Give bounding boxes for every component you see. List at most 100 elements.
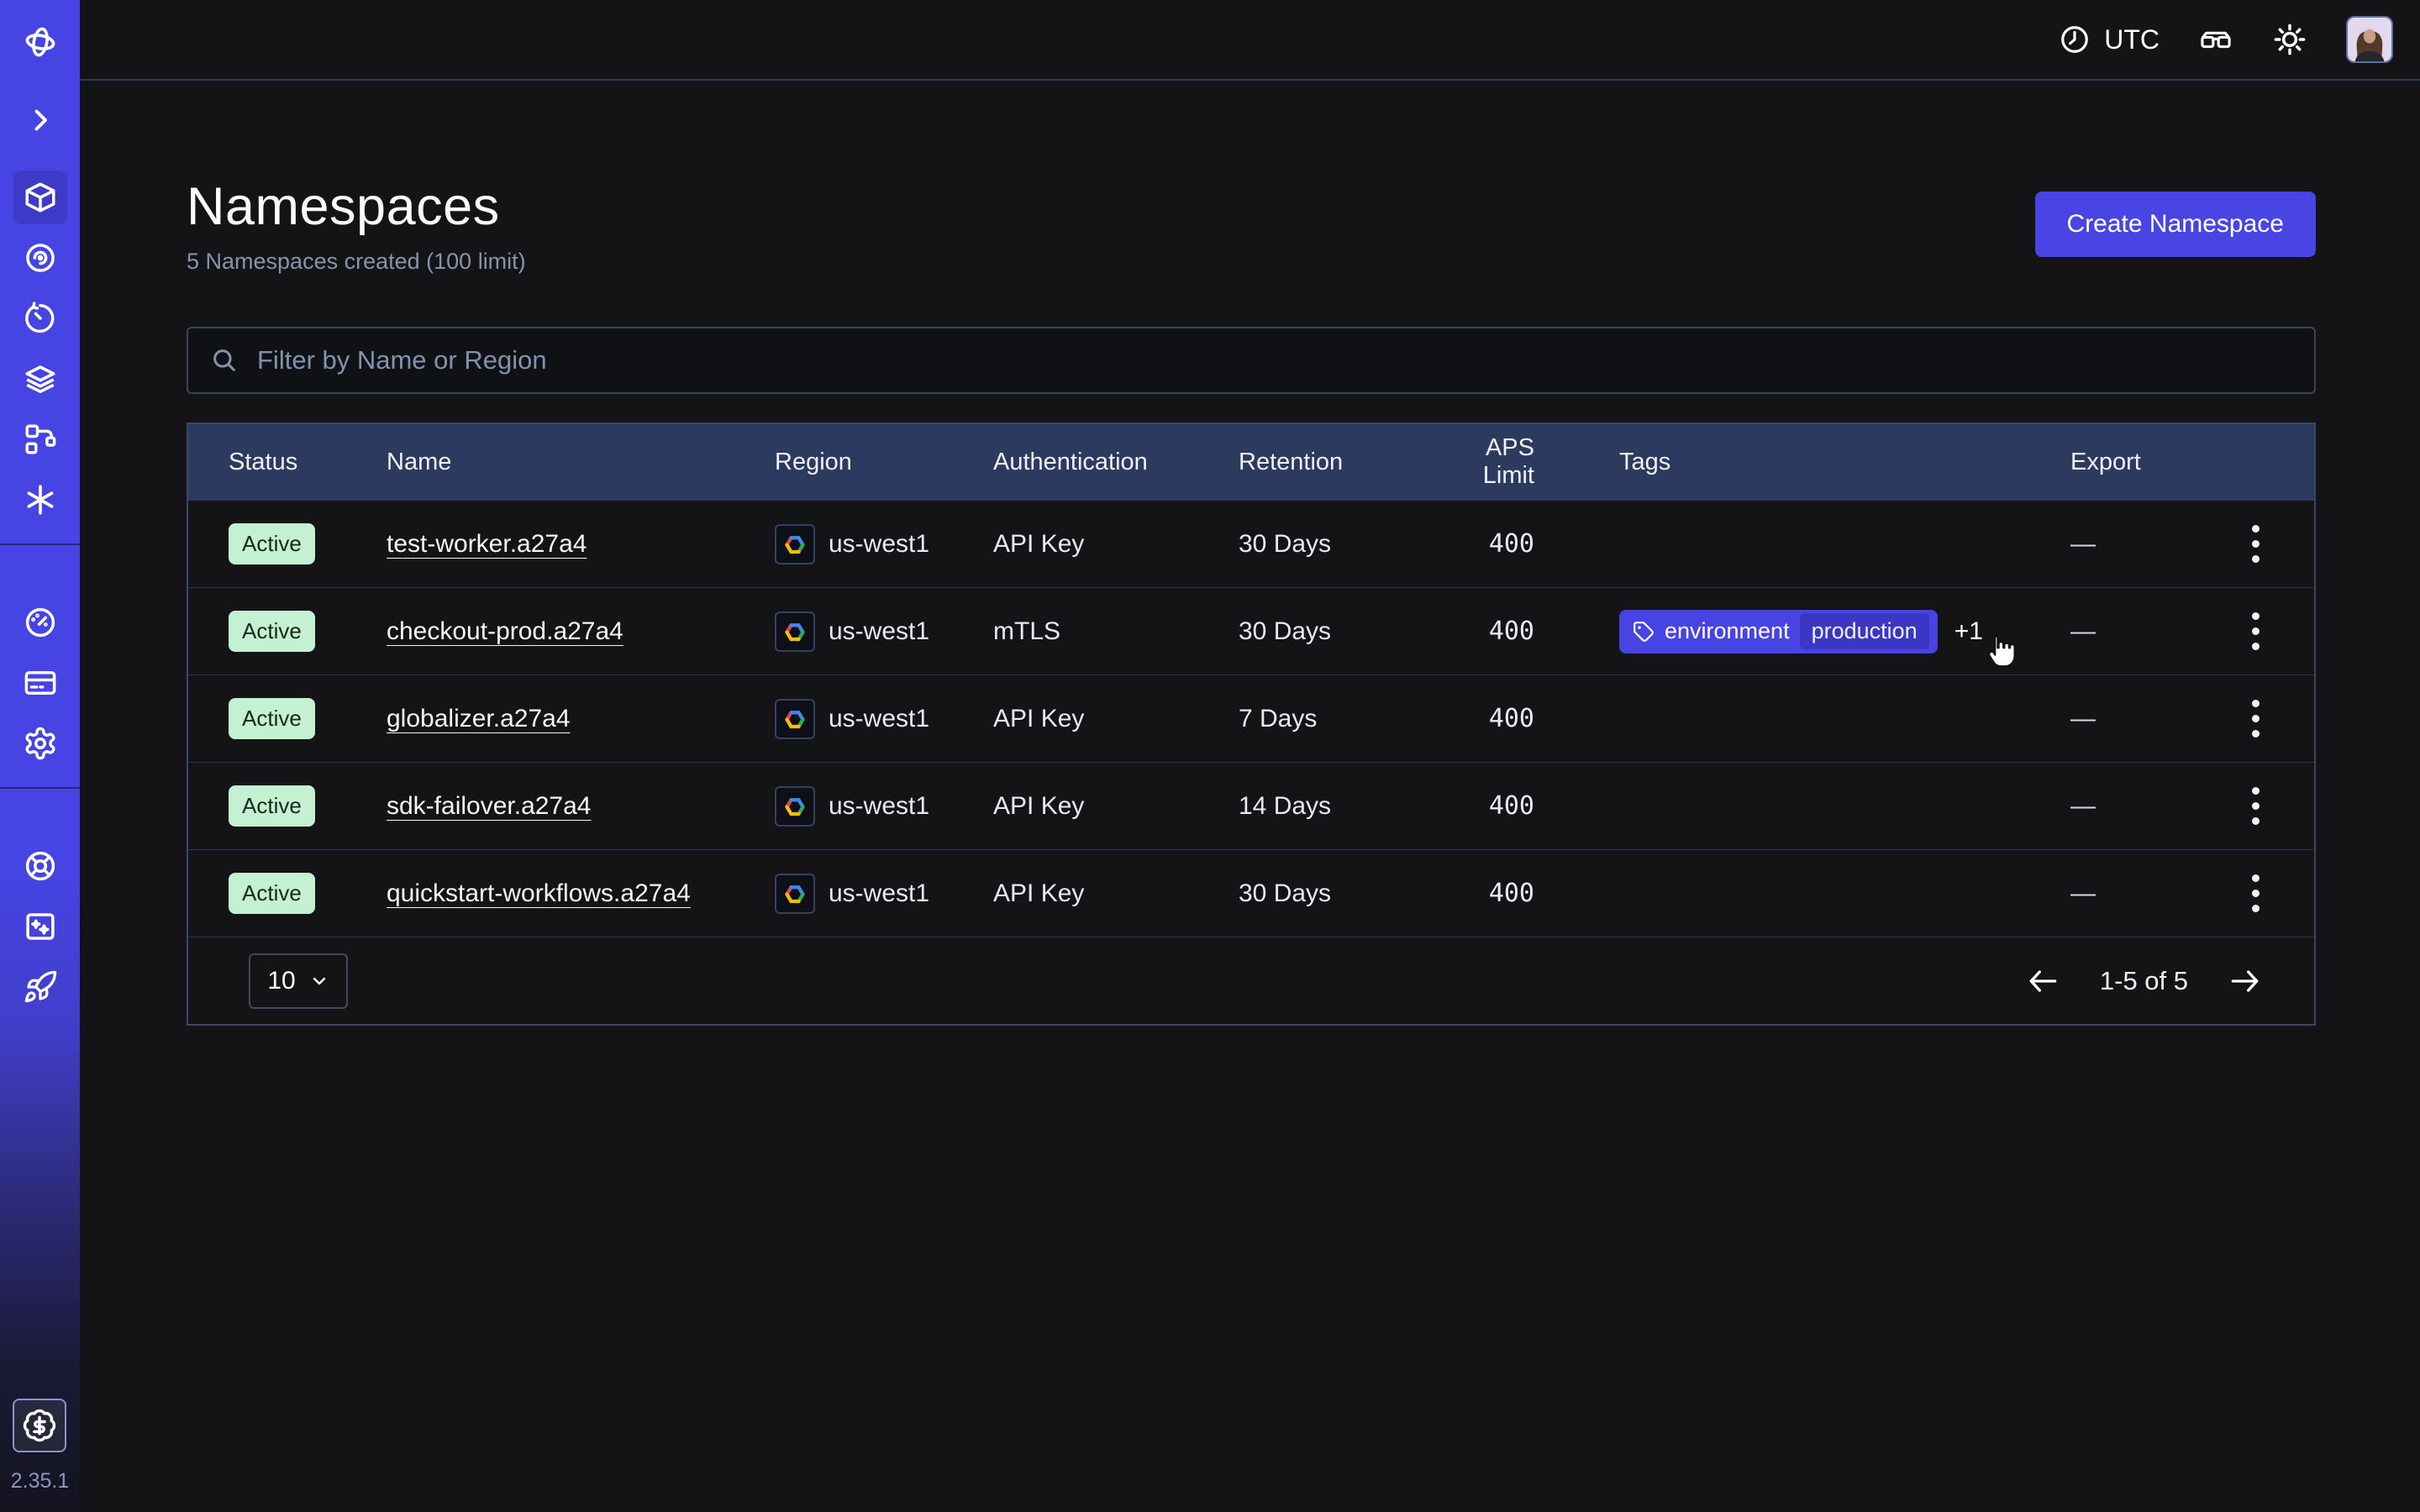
next-page-button[interactable] <box>2227 963 2264 1000</box>
aps-limit-cell: 400 <box>1431 791 1619 821</box>
row-menu-button[interactable] <box>2244 604 2268 659</box>
sidebar-item-lens[interactable] <box>13 231 67 285</box>
table-row: Active quickstart-workflows.a27a4 us-wes… <box>188 849 2314 937</box>
tag-badge[interactable]: environment production <box>1619 610 1938 654</box>
retention-cell: 30 Days <box>1239 530 1431 559</box>
page-size-value: 10 <box>267 967 295 995</box>
region-label: us-west1 <box>829 617 929 646</box>
page-title: Namespaces <box>187 176 526 237</box>
badge-dollar-icon <box>22 1408 57 1443</box>
retention-cell: 30 Days <box>1239 879 1431 908</box>
namespace-link[interactable]: globalizer.a27a4 <box>387 705 571 732</box>
namespace-link[interactable]: checkout-prod.a27a4 <box>387 617 623 645</box>
export-cell: — <box>2070 879 2196 908</box>
sidebar-divider <box>0 787 80 789</box>
sidebar-nav-help <box>13 839 67 1021</box>
main-content: Namespaces 5 Namespaces created (100 lim… <box>80 82 2420 1512</box>
sidebar-item-usage[interactable] <box>13 596 67 649</box>
retention-cell: 30 Days <box>1239 617 1431 646</box>
tag-icon <box>1633 621 1655 643</box>
aps-limit-cell: 400 <box>1431 704 1619 733</box>
gcp-cloud-icon <box>775 699 815 739</box>
namespace-link[interactable]: test-worker.a27a4 <box>387 530 587 558</box>
column-header-export: Export <box>2070 449 2196 476</box>
user-avatar[interactable] <box>2346 16 2393 63</box>
auth-cell: mTLS <box>993 617 1239 646</box>
glasses-icon[interactable] <box>2198 22 2233 57</box>
sidebar-item-namespaces[interactable] <box>13 171 67 224</box>
row-menu-button[interactable] <box>2244 517 2268 571</box>
topbar: UTC <box>80 0 2420 81</box>
sidebar-item-getting-started[interactable] <box>13 960 67 1014</box>
status-badge: Active <box>229 611 315 652</box>
namespace-link[interactable]: quickstart-workflows.a27a4 <box>387 879 691 907</box>
create-namespace-button[interactable]: Create Namespace <box>2035 192 2316 257</box>
table-row: Active globalizer.a27a4 us-west1 API Key… <box>188 675 2314 762</box>
sidebar-expand-chevron-icon[interactable] <box>25 105 55 135</box>
page-size-select[interactable]: 10 <box>249 953 348 1009</box>
row-menu-button[interactable] <box>2244 866 2268 921</box>
auth-cell: API Key <box>993 879 1239 908</box>
sidebar-divider <box>0 543 80 545</box>
theme-toggle-sun-icon[interactable] <box>2272 22 2307 57</box>
gear-icon <box>23 726 58 761</box>
row-menu-button[interactable] <box>2244 691 2268 746</box>
filter-bar <box>187 327 2316 394</box>
filter-input[interactable] <box>257 345 2292 375</box>
region-label: us-west1 <box>829 705 929 733</box>
namespace-link[interactable]: sdk-failover.a27a4 <box>387 792 592 820</box>
sidebar-item-workflows[interactable] <box>13 412 67 466</box>
previous-page-button[interactable] <box>2024 963 2061 1000</box>
gcp-cloud-icon <box>775 786 815 827</box>
auth-cell: API Key <box>993 705 1239 733</box>
tags-expand-chevron-icon[interactable] <box>2000 619 2025 644</box>
temporal-logo-icon[interactable] <box>22 24 59 60</box>
sidebar-item-support[interactable] <box>13 839 67 893</box>
row-menu-button[interactable] <box>2244 779 2268 833</box>
layers-icon <box>23 361 58 396</box>
auth-cell: API Key <box>993 530 1239 559</box>
lifebuoy-icon <box>23 848 58 884</box>
tag-value: production <box>1800 613 1929 649</box>
column-header-authentication: Authentication <box>993 449 1239 476</box>
status-badge: Active <box>229 785 315 827</box>
credit-card-icon <box>23 665 58 701</box>
sidebar-item-billing[interactable] <box>13 656 67 710</box>
timezone-label: UTC <box>2104 24 2160 55</box>
column-header-name: Name <box>387 449 775 476</box>
gcp-cloud-icon <box>775 524 815 564</box>
status-badge: Active <box>229 873 315 914</box>
gcp-cloud-icon <box>775 874 815 914</box>
sidebar-item-schedules[interactable] <box>13 291 67 345</box>
page-header: Namespaces 5 Namespaces created (100 lim… <box>187 176 2316 275</box>
region-label: us-west1 <box>829 879 929 908</box>
gcp-cloud-icon <box>775 612 815 652</box>
tag-key: environment <box>1665 618 1790 644</box>
sidebar-item-settings[interactable] <box>13 717 67 770</box>
cube-icon <box>23 180 58 215</box>
region-label: us-west1 <box>829 792 929 821</box>
aps-limit-cell: 400 <box>1431 879 1619 908</box>
sidebar-item-nexus[interactable] <box>13 473 67 527</box>
app-version: 2.35.1 <box>11 1469 70 1494</box>
table-header-row: Status Name Region Authentication Retent… <box>188 424 2314 500</box>
region-label: us-west1 <box>829 530 929 559</box>
lens-icon <box>23 240 58 276</box>
column-header-tags: Tags <box>1619 449 2070 476</box>
clock-icon <box>2059 24 2091 55</box>
page-subtitle: 5 Namespaces created (100 limit) <box>187 249 526 275</box>
aps-limit-cell: 400 <box>1431 529 1619 559</box>
sidebar-item-deployments[interactable] <box>13 352 67 406</box>
tablet-sparkles-icon <box>23 909 58 944</box>
timer-icon <box>23 301 58 336</box>
aps-limit-cell: 400 <box>1431 617 1619 646</box>
asterisk-icon <box>23 482 58 517</box>
sidebar-item-whats-new[interactable] <box>13 900 67 953</box>
table-footer: 10 1-5 of 5 <box>188 937 2314 1024</box>
timezone-selector[interactable]: UTC <box>2059 24 2160 55</box>
status-badge: Active <box>229 523 315 564</box>
billing-usage-button[interactable] <box>13 1399 66 1452</box>
rocket-icon <box>23 969 58 1005</box>
column-header-status: Status <box>188 449 387 476</box>
export-cell: — <box>2070 705 2196 733</box>
